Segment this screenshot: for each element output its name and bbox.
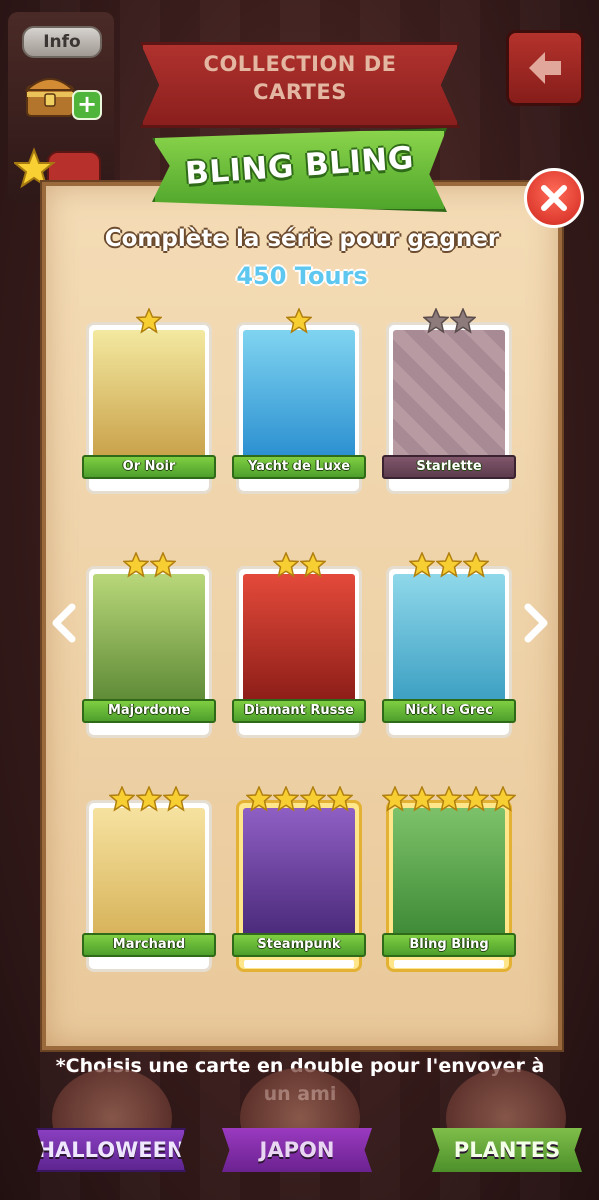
collection-title-line2: CARTES (253, 80, 347, 104)
card-label: Bling Bling (382, 933, 516, 957)
star-icon (408, 551, 436, 578)
set-reward: 450 Tours (236, 262, 368, 290)
card-count-strip (394, 726, 504, 734)
card-art (93, 808, 205, 936)
collection-banner: COLLECTION DE CARTES (140, 42, 460, 128)
info-button[interactable]: Info (22, 26, 102, 58)
card-label: Or Noir (82, 455, 216, 479)
card-yacht-de-luxe[interactable]: Yacht de Luxe (232, 307, 366, 494)
star-icon (271, 551, 300, 578)
card-stars (381, 785, 517, 812)
card-art (243, 574, 355, 702)
card-nick-le-grec[interactable]: Nick le Grec (382, 551, 516, 738)
star-icon (162, 785, 190, 812)
treasure-chest-icon[interactable] (24, 72, 76, 118)
card-label: Starlette (382, 455, 516, 479)
tab-japon[interactable]: JAPON (222, 1128, 372, 1172)
star-icon (135, 307, 163, 334)
tab-halloween[interactable]: HALLOWEEN (36, 1128, 186, 1172)
star-icon (298, 785, 327, 812)
card-count-strip (94, 482, 204, 490)
card-count-strip (244, 482, 354, 490)
card-count-strip (94, 960, 204, 968)
star-icon (435, 551, 463, 578)
star-icon (462, 551, 490, 578)
card-count-strip (244, 726, 354, 734)
card-majordome[interactable]: Majordome (82, 551, 216, 738)
close-button[interactable] (524, 168, 584, 228)
card-art (243, 808, 355, 936)
card-label: Majordome (82, 699, 216, 723)
card-label: Nick le Grec (382, 699, 516, 723)
card-stars (86, 785, 212, 812)
star-icon (121, 551, 150, 578)
star-icon (381, 785, 409, 812)
set-title-ribbon: BLING BLING (152, 128, 447, 212)
close-icon (541, 185, 567, 211)
star-icon (448, 307, 477, 334)
card-or-noir[interactable]: Or Noir (82, 307, 216, 494)
card-stars (236, 785, 362, 812)
star-icon (271, 785, 300, 812)
card-label: Diamant Russe (232, 699, 366, 723)
card-marchand[interactable]: Marchand (82, 785, 216, 972)
card-stars (86, 307, 212, 334)
star-icon (489, 785, 517, 812)
set-subtitle: Complète la série pour gagner (104, 226, 500, 252)
tab-plantes[interactable]: PLANTES (432, 1128, 582, 1172)
card-bling-bling[interactable]: Bling Bling (381, 785, 517, 972)
card-count-strip (244, 960, 354, 968)
card-count-strip (94, 726, 204, 734)
add-chest-button[interactable]: + (72, 90, 102, 120)
card-stars (386, 307, 512, 334)
chevron-left-icon[interactable] (48, 603, 80, 643)
card-stars (236, 551, 362, 578)
card-art (393, 574, 505, 702)
back-button[interactable] (506, 30, 584, 106)
back-arrow-icon (529, 52, 561, 84)
star-icon (421, 307, 450, 334)
card-stars (86, 551, 212, 578)
chevron-right-icon[interactable] (520, 603, 552, 643)
card-stars (386, 551, 512, 578)
card-art (393, 330, 505, 458)
card-label: Marchand (82, 933, 216, 957)
card-art (93, 330, 205, 458)
card-label: Yacht de Luxe (232, 455, 366, 479)
card-diamant-russe[interactable]: Diamant Russe (232, 551, 366, 738)
card-count-strip (394, 960, 504, 968)
card-stars (236, 307, 362, 334)
star-icon (135, 785, 163, 812)
card-art (243, 330, 355, 458)
star-icon (244, 785, 273, 812)
card-art (93, 574, 205, 702)
star-icon (285, 307, 313, 334)
star-icon (408, 785, 436, 812)
star-icon (462, 785, 490, 812)
star-icon (325, 785, 354, 812)
star-icon (435, 785, 463, 812)
card-starlette[interactable]: Starlette (382, 307, 516, 494)
card-count-strip (394, 482, 504, 490)
card-steampunk[interactable]: Steampunk (232, 785, 366, 972)
card-label: Steampunk (232, 933, 366, 957)
card-art (393, 808, 505, 936)
star-icon (148, 551, 177, 578)
star-icon (298, 551, 327, 578)
collection-title-line1: COLLECTION DE (203, 52, 397, 76)
star-icon (108, 785, 136, 812)
